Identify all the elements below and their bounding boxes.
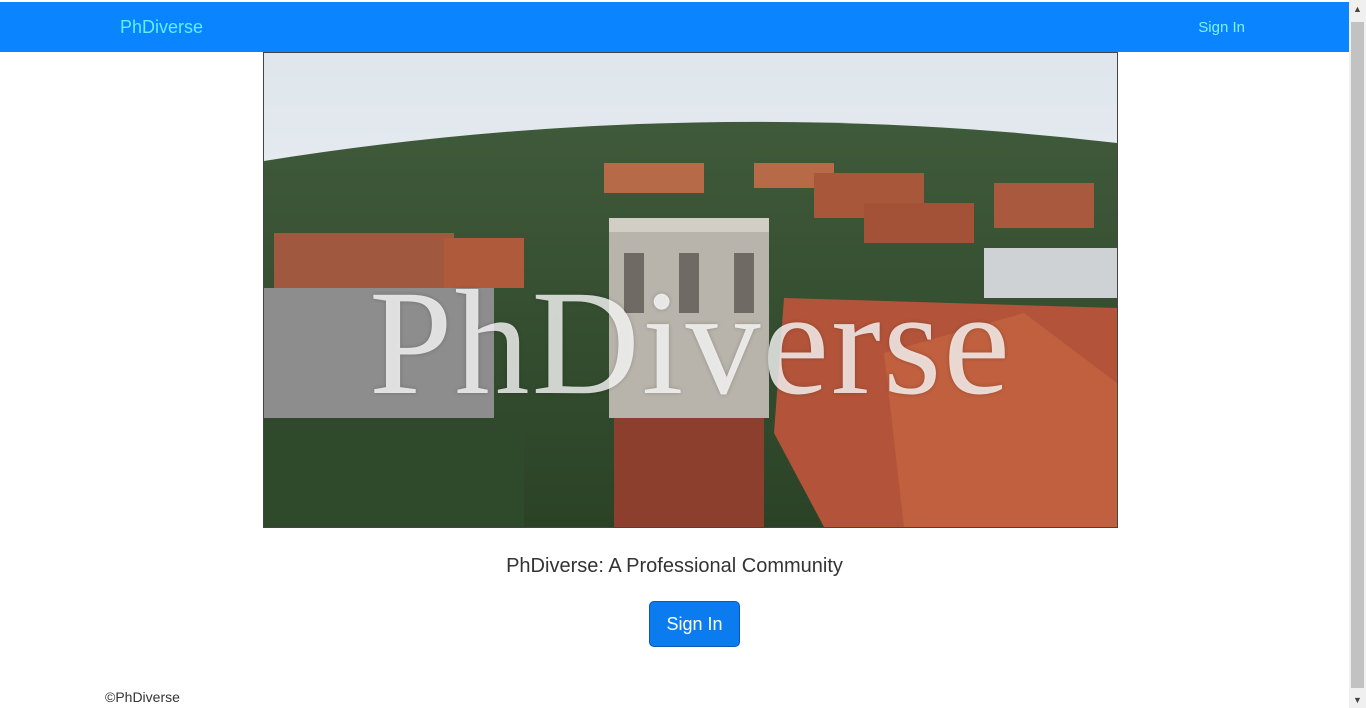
top-navbar: PhDiverse Sign In (0, 2, 1349, 52)
footer-copyright: ©PhDiverse (105, 689, 180, 705)
nav-sign-in-link[interactable]: Sign In (1198, 19, 1245, 36)
scroll-down-arrow-icon[interactable]: ▼ (1349, 691, 1366, 708)
sign-in-button[interactable]: Sign In (649, 601, 740, 647)
scroll-up-arrow-icon[interactable]: ▲ (1349, 0, 1366, 17)
page: PhDiverse Sign In PhDiverse PhDiverse: A… (0, 0, 1366, 708)
vertical-scrollbar[interactable]: ▲ ▼ (1349, 0, 1366, 708)
hero-overlay-title: PhDiverse (369, 260, 1012, 426)
brand-link[interactable]: PhDiverse (120, 17, 203, 38)
hero-image: PhDiverse (263, 52, 1118, 528)
tagline: PhDiverse: A Professional Community (506, 555, 843, 577)
scroll-thumb[interactable] (1351, 22, 1364, 688)
